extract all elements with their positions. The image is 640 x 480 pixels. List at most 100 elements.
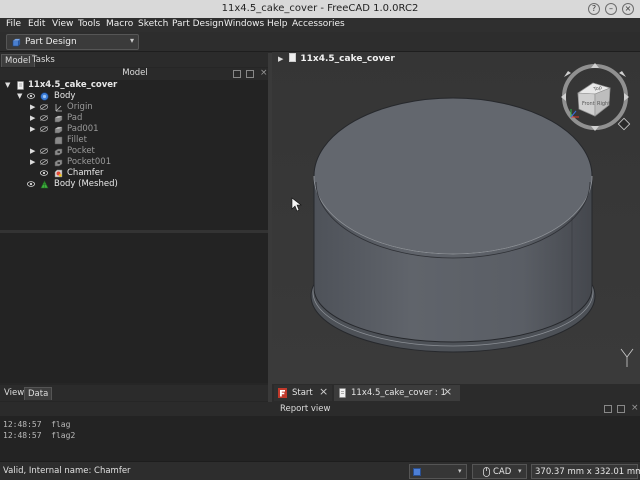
expand-arrow-icon[interactable]: ▶ <box>30 157 35 168</box>
navigation-cube[interactable]: Top Front Right <box>561 63 631 131</box>
document-tabs: Start × 11x4.5_cake_cover : 1 × <box>272 384 640 402</box>
combo-view-tabs: Model Tasks <box>0 53 270 67</box>
tab-document[interactable]: 11x4.5_cake_cover : 1 × <box>334 385 460 401</box>
3d-scene[interactable]: Top Front Right <box>272 52 640 384</box>
visibility-eye-icon[interactable] <box>40 170 48 176</box>
menu-sketch[interactable]: Sketch <box>138 19 168 29</box>
tree-item-label: Pad001 <box>67 124 99 134</box>
tree-row[interactable]: Body (Meshed) <box>0 179 268 190</box>
expand-arrow-icon[interactable]: ▶ <box>30 102 35 113</box>
log-text: flag2 <box>51 431 76 440</box>
3d-view[interactable]: Top Front Right ▶ 11x4.5_cake_cover <box>272 52 640 384</box>
tree-row[interactable]: ▶ Pocket <box>0 146 268 157</box>
tree-row[interactable]: ▼ 11x4.5_cake_cover <box>0 80 268 91</box>
visibility-hidden-icon[interactable] <box>40 159 48 165</box>
navcube-front-label[interactable]: Front <box>582 101 595 107</box>
menu-view[interactable]: View <box>52 19 73 29</box>
menu-bar: File Edit View Tools Macro Sketch Part D… <box>0 18 640 32</box>
dock-panel-icon[interactable] <box>617 405 625 413</box>
tab-data[interactable]: Data <box>24 387 53 400</box>
help-button[interactable]: ? <box>588 3 600 15</box>
expand-arrow-icon[interactable]: ▶ <box>30 124 35 135</box>
axis-triad-icon <box>620 348 634 367</box>
view-menu-icon[interactable] <box>617 117 631 131</box>
visibility-eye-icon[interactable] <box>27 93 35 99</box>
tree-row[interactable]: Fillet <box>0 135 268 146</box>
minimize-button[interactable]: – <box>605 3 617 15</box>
property-tabs: View Data <box>0 385 270 401</box>
navigation-style-selector[interactable]: CAD ▾ <box>472 464 527 479</box>
tree-row[interactable]: ▼ Body <box>0 91 268 102</box>
close-panel-icon[interactable]: × <box>631 404 639 413</box>
visibility-hidden-icon[interactable] <box>40 148 48 154</box>
chamfer-icon <box>54 169 63 178</box>
body-icon <box>40 92 49 101</box>
tree-item-label: Fillet <box>67 135 87 145</box>
property-view <box>0 233 268 383</box>
expand-arrow-icon[interactable]: ▶ <box>278 55 283 63</box>
workbench-label: Part Design <box>25 37 77 47</box>
menu-help[interactable]: Help <box>267 19 288 29</box>
tree-item-label: Chamfer <box>67 168 104 178</box>
document-icon <box>339 388 346 398</box>
menu-tools[interactable]: Tools <box>78 19 100 29</box>
tree-row[interactable]: ▶ Pad001 <box>0 124 268 135</box>
expand-arrow-icon[interactable]: ▼ <box>17 91 22 102</box>
visibility-hidden-icon[interactable] <box>40 126 48 132</box>
menu-accessories[interactable]: Accessories <box>292 19 345 29</box>
menu-part-design[interactable]: Part Design <box>172 19 224 29</box>
menu-file[interactable]: File <box>6 19 21 29</box>
tree-row[interactable]: Chamfer <box>0 168 268 179</box>
visibility-hidden-icon[interactable] <box>40 104 48 110</box>
log-line: 12:48:57 flag <box>3 420 70 429</box>
tree-row[interactable]: ▶ Pad <box>0 113 268 124</box>
float-panel-icon[interactable] <box>604 405 612 413</box>
axis-z-icon <box>570 110 577 118</box>
window-title: 11x4.5_cake_cover - FreeCAD 1.0.0RC2 <box>221 3 419 14</box>
tree-item-label: Body <box>54 91 76 101</box>
report-view-header: Report view × <box>0 402 640 416</box>
navcube-right-label[interactable]: Right <box>597 101 610 107</box>
mesh-icon <box>40 180 49 189</box>
document-icon <box>289 53 297 62</box>
report-view[interactable]: 12:48:57 flag 12:48:57 flag2 <box>0 416 640 461</box>
chevron-down-icon: ▾ <box>129 36 134 45</box>
dimension-display: 370.37 mm x 332.01 mm <box>531 464 640 479</box>
document-label: ▶ 11x4.5_cake_cover <box>278 53 395 64</box>
freecad-logo-icon <box>278 388 287 398</box>
visibility-hidden-icon[interactable] <box>40 115 48 121</box>
mouse-cursor-icon <box>291 197 302 212</box>
log-time: 12:48:57 <box>3 420 42 429</box>
origin-icon <box>55 104 62 112</box>
float-panel-icon[interactable] <box>233 70 241 78</box>
tree-row[interactable]: ▶ Pocket001 <box>0 157 268 168</box>
fillet-icon <box>54 136 63 145</box>
close-tab-icon[interactable]: × <box>443 386 452 398</box>
log-time: 12:48:57 <box>3 431 42 440</box>
tree-item-label: Pocket <box>67 146 95 156</box>
tab-start[interactable]: Start × <box>274 385 332 401</box>
units-selector[interactable]: ▾ <box>409 464 467 479</box>
chevron-down-icon: ▾ <box>458 467 462 475</box>
tree-row[interactable]: ▶ Origin <box>0 102 268 113</box>
tab-start-label: Start <box>292 388 313 398</box>
close-window-button[interactable]: × <box>622 3 634 15</box>
dock-panel-icon[interactable] <box>246 70 254 78</box>
tab-tasks[interactable]: Tasks <box>29 54 58 67</box>
expand-arrow-icon[interactable]: ▶ <box>30 113 35 124</box>
close-panel-icon[interactable]: × <box>260 69 268 78</box>
menu-windows[interactable]: Windows <box>224 19 264 29</box>
unit-schema-icon <box>413 468 421 476</box>
visibility-eye-icon[interactable] <box>27 181 35 187</box>
close-tab-icon[interactable]: × <box>319 386 328 398</box>
document-icon <box>17 81 24 90</box>
model-header-label: Model <box>122 68 148 78</box>
expand-arrow-icon[interactable]: ▶ <box>30 146 35 157</box>
pad-icon <box>54 115 63 123</box>
menu-macro[interactable]: Macro <box>106 19 133 29</box>
tree-item-label: Origin <box>67 102 93 112</box>
menu-edit[interactable]: Edit <box>28 19 45 29</box>
workbench-selector[interactable]: Part Design ▾ <box>6 34 139 50</box>
expand-arrow-icon[interactable]: ▼ <box>5 80 10 91</box>
mouse-icon <box>483 467 490 477</box>
